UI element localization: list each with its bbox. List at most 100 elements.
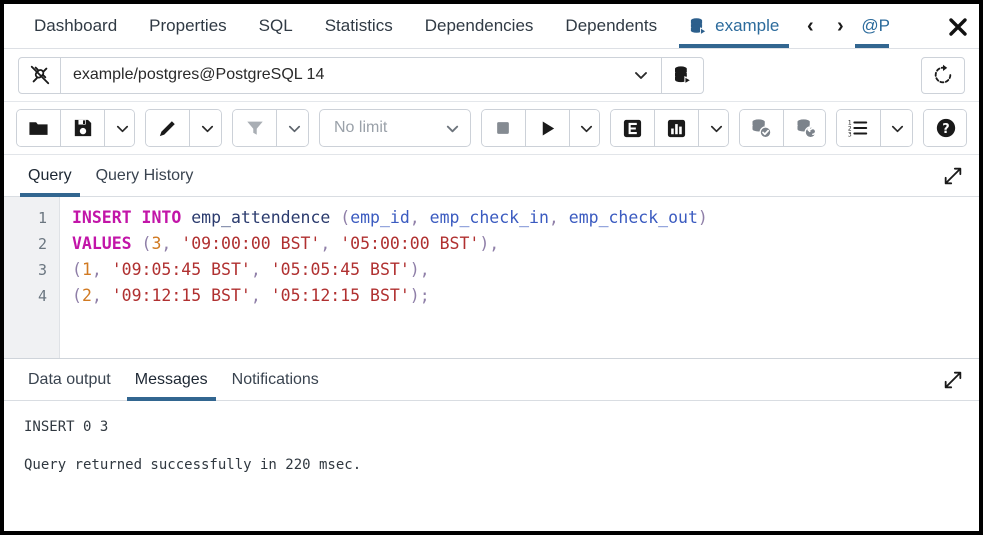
file-group [16,109,135,147]
chevron-down-icon [890,121,905,136]
sql-token [181,208,191,227]
sql-token: , [251,260,271,279]
stop-square-icon [494,119,512,137]
play-icon [538,119,557,138]
row-limit-value: No limit [334,119,387,137]
message-line: Query returned successfully in 220 msec. [24,455,959,475]
tab-example-query[interactable]: example [673,4,795,48]
explain-analyze-button[interactable] [655,110,699,146]
sql-token: '05:05:45 BST' [271,260,410,279]
sql-token: , [549,208,569,227]
save-file-button[interactable] [61,110,105,146]
sql-token: '05:12:15 BST' [271,286,410,305]
sql-token: ), [479,234,499,253]
query-toolbar: No limit [4,102,979,155]
line-number: 2 [4,231,59,257]
sql-token: ( [72,286,82,305]
tab-query[interactable]: Query [16,155,84,196]
sql-line: (2, '09:12:15 BST', '05:12:15 BST'); [72,283,979,309]
sql-token: emp_attendence [191,208,330,227]
funnel-icon [245,118,265,138]
explain-group [610,109,729,147]
edit-button[interactable] [146,110,190,146]
explain-button[interactable] [611,110,655,146]
filter-group [232,109,309,147]
tab-properties[interactable]: Properties [133,4,242,48]
stop-query-button[interactable] [482,110,526,146]
tab-dependents[interactable]: Dependents [549,4,673,48]
sql-editor[interactable]: 1234 INSERT INTO emp_attendence (emp_id,… [4,197,979,359]
tab-next-button[interactable]: › [825,4,855,48]
macros-caret[interactable] [881,110,913,146]
chevron-down-icon [115,121,130,136]
tab-data-output[interactable]: Data output [16,359,123,400]
commit-button[interactable] [740,110,784,146]
tab-dashboard-label: Dashboard [34,16,117,36]
sql-token: ( [72,260,82,279]
tab-messages[interactable]: Messages [123,359,220,400]
filter-options-caret[interactable] [277,110,309,146]
explain-options-caret[interactable] [699,110,729,146]
tab-overflow-label: @P [861,16,889,36]
open-file-button[interactable] [17,110,61,146]
database-icon [673,65,693,85]
message-line: INSERT 0 3 [24,417,959,437]
execute-options-caret[interactable] [570,110,600,146]
connection-plug-icon [19,58,61,93]
reset-layout-button[interactable] [921,57,965,94]
tab-query-history-label: Query History [96,167,194,185]
output-panel-expand-button[interactable] [941,368,965,392]
connection-selector[interactable]: example/postgres@PostgreSQL 14 [18,57,704,94]
tab-notifications[interactable]: Notifications [220,359,331,400]
bar-chart-icon [666,118,687,139]
question-circle-icon: ? [935,117,957,139]
tab-query-history[interactable]: Query History [84,155,206,196]
tab-properties-label: Properties [149,16,226,36]
tab-sql[interactable]: SQL [243,4,309,48]
macros-button[interactable]: 1 2 3 [837,110,881,146]
pgadmin-query-tool-window: Dashboard Properties SQL Statistics Depe… [4,4,979,531]
save-options-caret[interactable] [105,110,135,146]
tab-sql-label: SQL [259,16,293,36]
tab-prev-button[interactable]: ‹ [795,4,825,48]
tab-dashboard[interactable]: Dashboard [18,4,133,48]
object-tab-bar: Dashboard Properties SQL Statistics Depe… [4,4,979,49]
rollback-button[interactable] [784,110,826,146]
database-check-icon [750,117,773,140]
new-connection-button[interactable] [661,58,703,93]
sql-token: , [161,234,181,253]
output-tab-bar: Data output Messages Notifications [4,359,979,401]
line-number: 3 [4,257,59,283]
sql-token: INTO [142,208,182,227]
tab-overflow-partial[interactable]: @P [855,4,889,48]
sql-token: '05:00:00 BST' [340,234,479,253]
sql-token: ) [698,208,708,227]
line-number-gutter: 1234 [4,197,60,358]
tab-dependents-label: Dependents [565,16,657,36]
query-panel-expand-button[interactable] [941,164,965,188]
close-x-cursor [947,16,969,38]
tab-dependencies[interactable]: Dependencies [409,4,550,48]
sql-token: 2 [82,286,92,305]
tab-data-output-label: Data output [28,371,111,389]
help-button[interactable]: ? [924,110,967,146]
tab-notifications-label: Notifications [232,371,319,389]
sql-token: VALUES [72,234,132,253]
svg-text:3: 3 [848,131,852,138]
query-tab-bar: Query Query History [4,155,979,197]
row-limit-select[interactable]: No limit [319,109,471,147]
chevron-down-icon [445,121,460,136]
edit-group [145,109,222,147]
edit-options-caret[interactable] [190,110,222,146]
chevron-down-icon[interactable] [621,58,661,93]
expand-diagonal-icon [942,369,964,391]
sql-code-area[interactable]: INSERT INTO emp_attendence (emp_id, emp_… [60,197,979,358]
execute-query-button[interactable] [526,110,570,146]
sql-token: 3 [151,234,161,253]
tab-statistics-label: Statistics [325,16,393,36]
sql-token: INSERT [72,208,132,227]
explain-e-icon [622,118,643,139]
sql-token: '09:12:15 BST' [112,286,251,305]
filter-button[interactable] [233,110,277,146]
tab-statistics[interactable]: Statistics [309,4,409,48]
